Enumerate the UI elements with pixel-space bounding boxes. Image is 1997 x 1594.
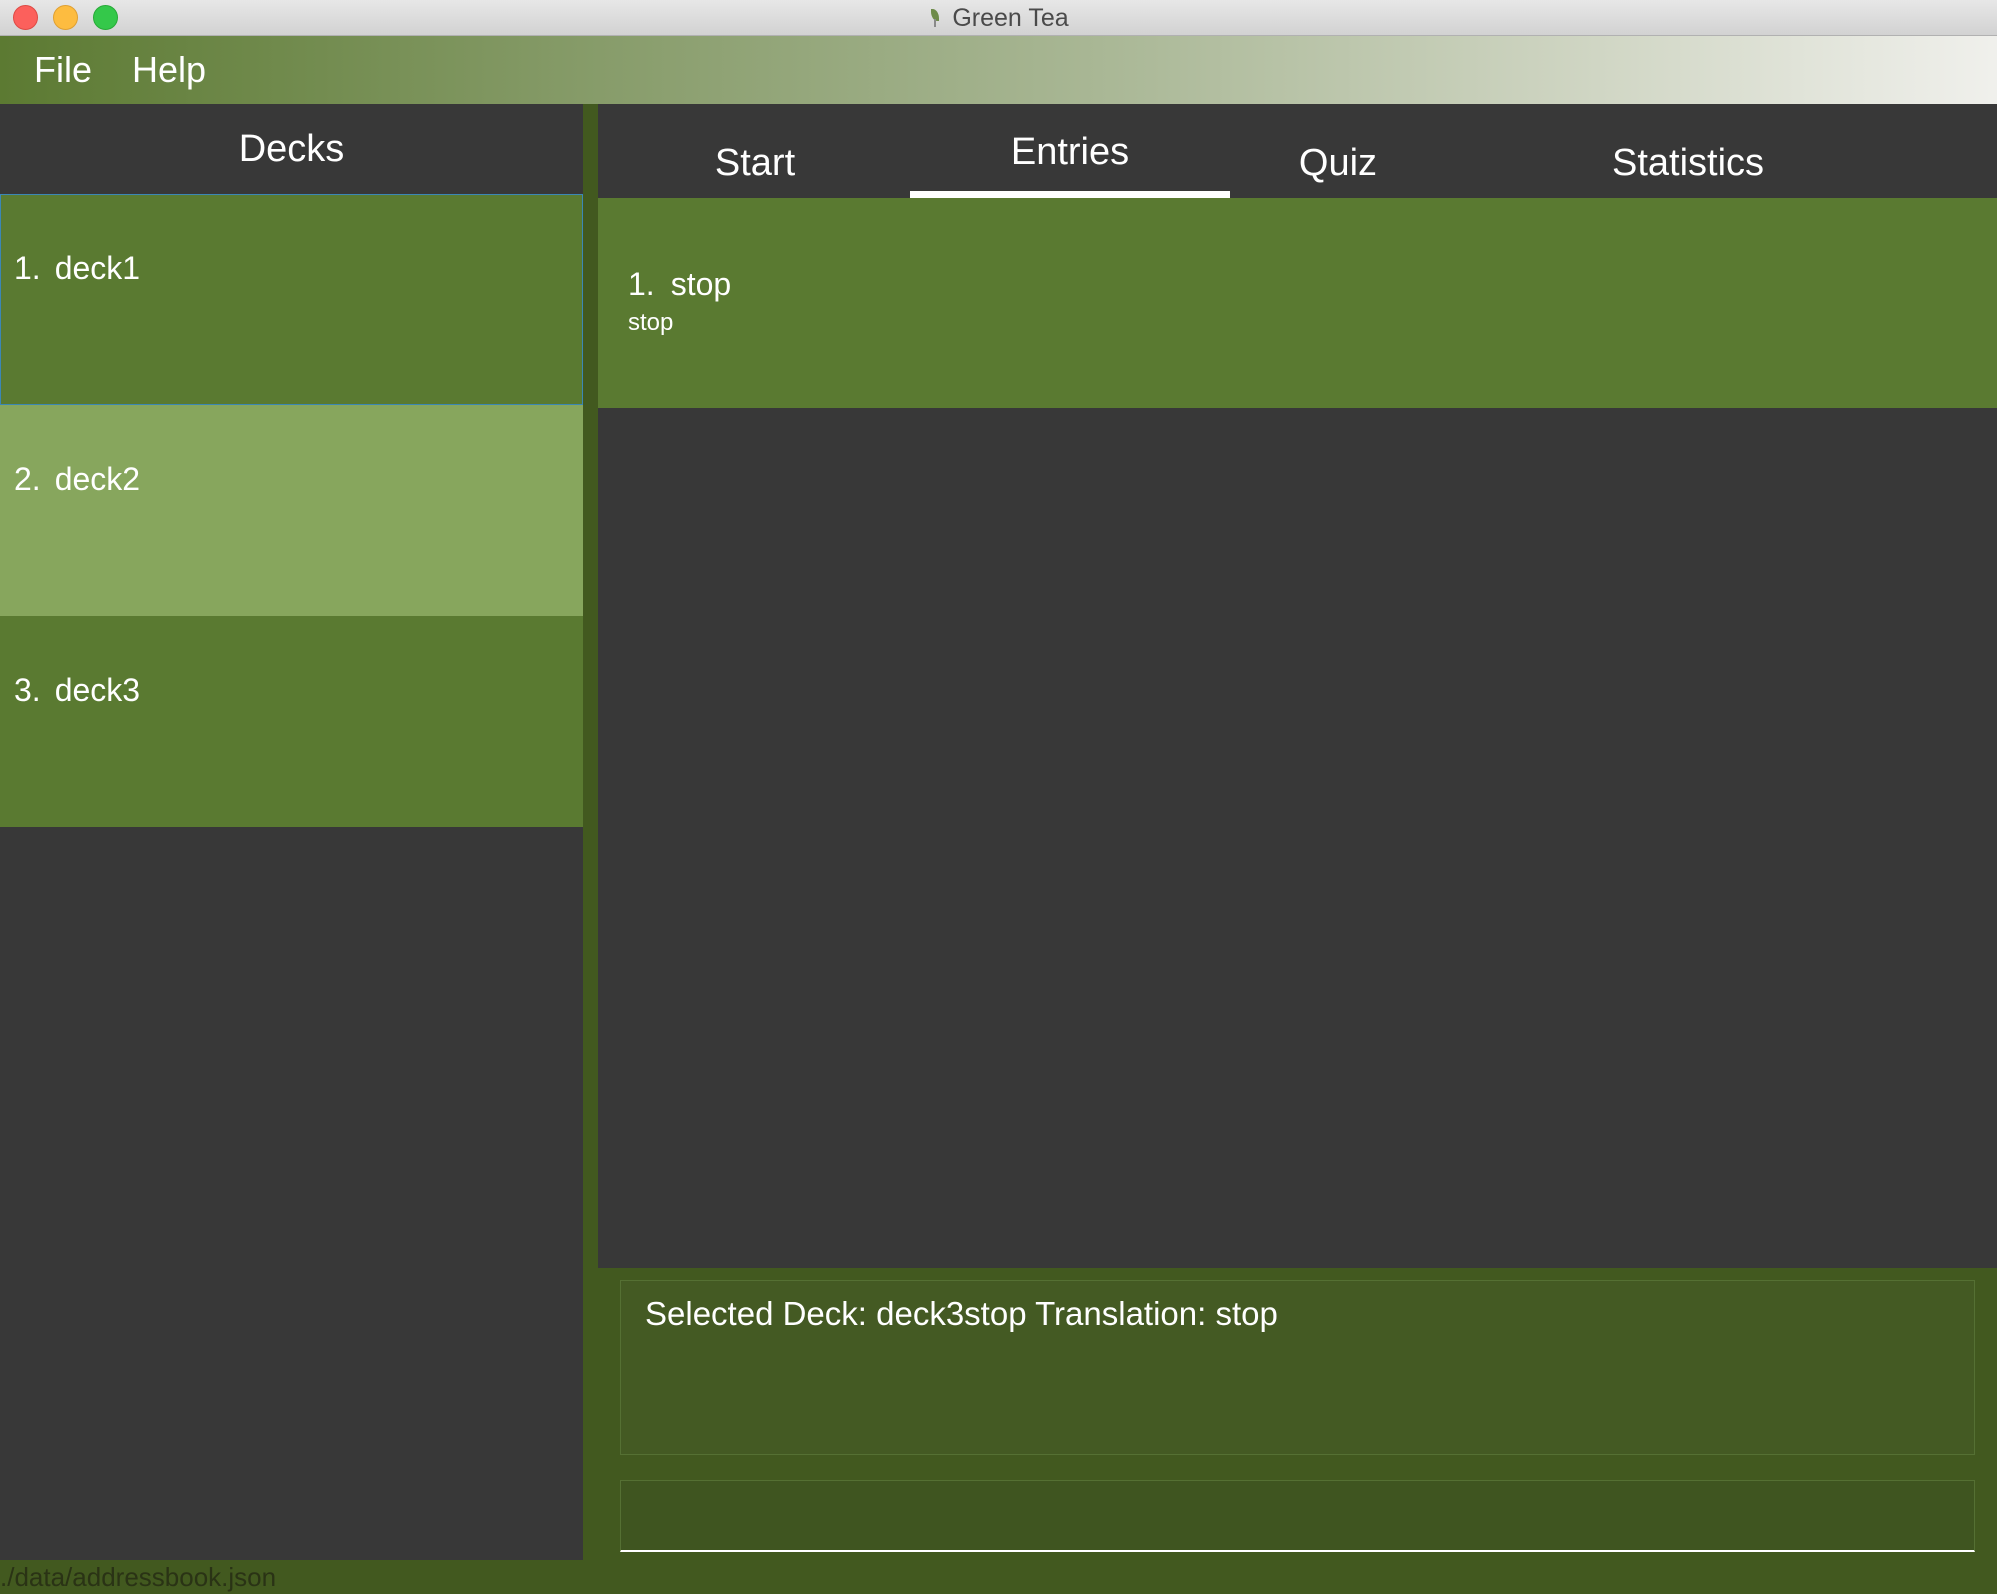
- result-area: Selected Deck: deck3stop Translation: st…: [598, 1268, 1997, 1560]
- entry-word-row: 1. stop: [628, 266, 1997, 303]
- deck-name: deck2: [54, 461, 141, 497]
- app-window: Green Tea File Help Decks 1. deck1 2. deck…: [0, 0, 1997, 1594]
- deck-index: 3.: [14, 672, 41, 708]
- tab-bar: Start Entries Quiz Statistics: [598, 104, 1997, 198]
- title-bar: Green Tea: [0, 0, 1997, 36]
- entry-index: 1.: [628, 266, 655, 302]
- tab-entries[interactable]: Entries: [910, 104, 1230, 198]
- entries-list: 1. stop stop: [598, 198, 1997, 1268]
- deck-list-item-2[interactable]: 2. deck2: [0, 405, 583, 616]
- deck-list-item-3[interactable]: 3. deck3: [0, 616, 583, 827]
- leaf-icon: [928, 8, 942, 28]
- main-panel: Start Entries Quiz Statistics 1. stop sto…: [598, 104, 1997, 1560]
- decks-header: Decks: [238, 127, 345, 170]
- result-display: Selected Deck: deck3stop Translation: st…: [620, 1280, 1975, 1455]
- status-file-path: ./data/addressbook.json: [0, 1561, 277, 1592]
- window-title-container: Green Tea: [0, 0, 1997, 36]
- tab-start[interactable]: Start: [670, 104, 840, 198]
- command-input[interactable]: [620, 1480, 1975, 1552]
- menu-bar: File Help: [0, 36, 1997, 104]
- deck-name: deck1: [54, 250, 141, 286]
- deck-list-panel: Decks 1. deck1 2. deck2 3. deck3: [0, 104, 583, 1560]
- entry-list-item[interactable]: 1. stop stop: [598, 198, 1997, 408]
- tab-statistics[interactable]: Statistics: [1548, 104, 1828, 198]
- deck-index: 2.: [14, 461, 41, 497]
- deck-name: deck3: [54, 672, 141, 708]
- menu-file[interactable]: File: [34, 49, 92, 91]
- split-pane-divider[interactable]: [583, 104, 598, 1560]
- entry-translation: stop: [628, 309, 674, 336]
- tab-quiz[interactable]: Quiz: [1248, 104, 1428, 198]
- entry-word: stop: [670, 266, 732, 302]
- menu-help[interactable]: Help: [132, 49, 206, 91]
- status-bar: ./data/addressbook.json: [0, 1560, 1997, 1594]
- deck-index: 1.: [14, 250, 41, 286]
- deck-list-item-1[interactable]: 1. deck1: [0, 194, 583, 405]
- window-title: Green Tea: [952, 3, 1069, 32]
